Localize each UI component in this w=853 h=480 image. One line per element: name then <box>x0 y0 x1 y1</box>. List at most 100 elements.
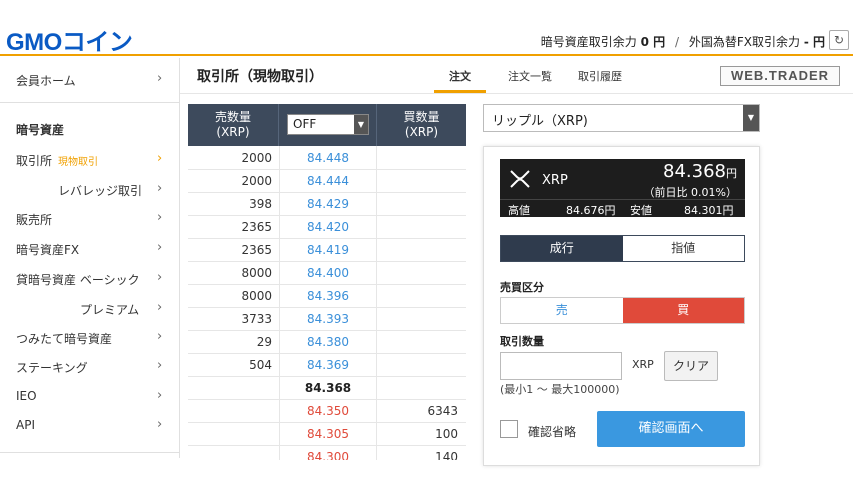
side-label: 売買区分 <box>500 281 544 294</box>
sidebar-item-tsumitate[interactable]: つみたて暗号資産 › <box>0 324 180 352</box>
order-book-row[interactable]: 84.305 100 <box>188 423 466 446</box>
price: 84.419 <box>307 243 349 257</box>
order-book-row[interactable]: 398 84.429 <box>188 193 466 216</box>
order-book-row[interactable]: 84.350 6343 <box>188 400 466 423</box>
sidebar-item-label: プレミアム <box>80 303 140 317</box>
order-book-row[interactable]: 2365 84.420 <box>188 216 466 239</box>
order-book-row[interactable]: 29 84.380 <box>188 331 466 354</box>
chevron-right-icon: › <box>157 329 163 344</box>
sidebar-item-crypto-fx[interactable]: 暗号資産FX › <box>0 235 180 263</box>
price: 84.300 <box>307 450 349 460</box>
order-panel: XRP 84.368円 （前日比 0.01%） 高値 84.676円 安値 84… <box>483 146 760 466</box>
sidebar-item-label: ステーキング <box>16 361 88 375</box>
ask-quantity: 3733 <box>241 312 272 326</box>
ask-quantity: 2000 <box>241 151 272 165</box>
sidebar-item-staking[interactable]: ステーキング › <box>0 353 180 381</box>
pair-select-value: リップル（XRP) <box>492 114 588 129</box>
sidebar-item-premium[interactable]: プレミアム › <box>0 295 180 323</box>
refresh-icon[interactable]: ↻ <box>829 30 849 50</box>
sidebar-item-label: つみたて暗号資産 <box>16 332 113 346</box>
bid-quantity: 140 <box>435 450 458 460</box>
ask-quantity: 504 <box>249 358 272 372</box>
clear-button[interactable]: クリア <box>664 351 718 381</box>
page-title: 取引所（現物取引） <box>197 69 323 85</box>
sidebar-section-crypto: 暗号資産 <box>16 123 65 137</box>
price: 84.369 <box>307 358 349 372</box>
ask-quantity: 8000 <box>241 289 272 303</box>
pair-select[interactable]: リップル（XRP) ▼ <box>483 104 760 132</box>
sidebar-item-label: 会員ホーム <box>16 74 76 88</box>
order-book-row[interactable]: 8000 84.396 <box>188 285 466 308</box>
chevron-right-icon: › <box>157 210 163 225</box>
sidebar-item-label: 貸暗号資産 ベーシック <box>16 273 140 287</box>
order-book-row[interactable]: 504 84.369 <box>188 354 466 377</box>
order-book-row[interactable]: 2000 84.444 <box>188 170 466 193</box>
tab-order[interactable]: 注文 <box>449 68 471 84</box>
ask-quantity: 8000 <box>241 266 272 280</box>
tab-order-list[interactable]: 注文一覧 <box>508 68 552 84</box>
skip-confirm-checkbox[interactable] <box>500 420 518 438</box>
order-book-row[interactable]: 8000 84.400 <box>188 262 466 285</box>
sidebar-item-leverage[interactable]: レバレッジ取引 › <box>0 176 180 204</box>
sidebar-item-ieo[interactable]: IEO › <box>0 383 180 411</box>
order-type-limit-button[interactable]: 指値 <box>622 236 744 261</box>
gmo-coin-logo[interactable]: GMOコイン <box>6 22 133 57</box>
price-filter-select[interactable]: OFF ▼ <box>287 114 369 135</box>
high-label: 高値 <box>508 204 530 217</box>
sidebar-item-lending-basic[interactable]: 貸暗号資産 ベーシック › <box>0 265 180 293</box>
crypto-margin-label: 暗号資産取引余力 <box>540 35 637 49</box>
bid-quantity: 6343 <box>427 404 458 418</box>
ask-quantity: 29 <box>256 335 272 349</box>
chevron-down-icon: ▼ <box>743 105 759 131</box>
ticker-change: （前日比 0.01%） <box>643 186 737 199</box>
crypto-margin-value: 0 円 <box>640 35 666 49</box>
price: 84.444 <box>307 174 349 188</box>
sidebar-item-label: レバレッジ取引 <box>58 184 143 198</box>
bid-qty-header: 買数量 (XRP) <box>376 104 466 146</box>
sidebar-item-label: API <box>16 418 35 432</box>
last-price-unit: 円 <box>726 167 737 180</box>
order-book-row[interactable]: 3733 84.393 <box>188 308 466 331</box>
price: 84.368 <box>304 381 352 395</box>
sidebar-item-api[interactable]: API › <box>0 412 180 440</box>
sidebar-item-exchange[interactable]: 取引所 現物取引 › <box>0 146 180 174</box>
order-book-row[interactable]: 84.300 140 <box>188 446 466 460</box>
chevron-right-icon: › <box>157 300 163 315</box>
sidebar-item-label: 販売所 <box>16 213 53 227</box>
sidebar-divider <box>0 102 180 103</box>
chevron-right-icon: › <box>157 151 163 166</box>
price: 84.400 <box>307 266 349 280</box>
title-divider <box>180 93 853 94</box>
ask-quantity: 2365 <box>241 243 272 257</box>
balance-info: 暗号資産取引余力 0 円 / 外国為替FX取引余力 - 円 <box>541 33 825 50</box>
sidebar: 会員ホーム › 暗号資産 取引所 現物取引 › レバレッジ取引 › 販売所 › 暗… <box>0 58 180 458</box>
ask-quantity: 398 <box>249 197 272 211</box>
ticker-last-price: 84.368円 <box>663 161 737 182</box>
high-value: 84.676円 <box>566 204 616 217</box>
sidebar-item-sales[interactable]: 販売所 › <box>0 205 180 233</box>
confirm-button[interactable]: 確認画面へ <box>597 411 745 447</box>
bid-qty-header-text: 買数量 (XRP) <box>403 110 440 139</box>
sell-button[interactable]: 売 <box>501 298 623 323</box>
order-book-row[interactable]: 2365 84.419 <box>188 239 466 262</box>
chevron-right-icon: › <box>157 388 163 403</box>
order-book-row[interactable]: 84.368 <box>188 377 466 400</box>
webtrader-logo[interactable]: WEB.TRADER <box>720 66 840 86</box>
order-type-toggle: 成行 指値 <box>500 235 745 262</box>
quantity-input[interactable] <box>500 352 622 380</box>
price: 84.429 <box>307 197 349 211</box>
top-header: GMOコイン 暗号資産取引余力 0 円 / 外国為替FX取引余力 - 円 ↻ <box>0 0 853 56</box>
skip-confirm-label: 確認省略 <box>528 425 577 439</box>
ticker-symbol: XRP <box>542 173 568 188</box>
low-label: 安値 <box>630 204 652 217</box>
quantity-unit: XRP <box>632 358 654 371</box>
ask-quantity: 2365 <box>241 220 272 234</box>
order-type-market-button[interactable]: 成行 <box>501 236 623 261</box>
tab-trade-history[interactable]: 取引履歴 <box>578 68 622 84</box>
fx-margin-label: 外国為替FX取引余力 <box>688 35 800 49</box>
order-book-row[interactable]: 2000 84.448 <box>188 147 466 170</box>
sidebar-divider <box>0 452 180 453</box>
buy-button[interactable]: 買 <box>622 298 744 323</box>
sidebar-item-member-home[interactable]: 会員ホーム › <box>0 66 180 94</box>
sidebar-item-label: 取引所 <box>16 154 53 168</box>
